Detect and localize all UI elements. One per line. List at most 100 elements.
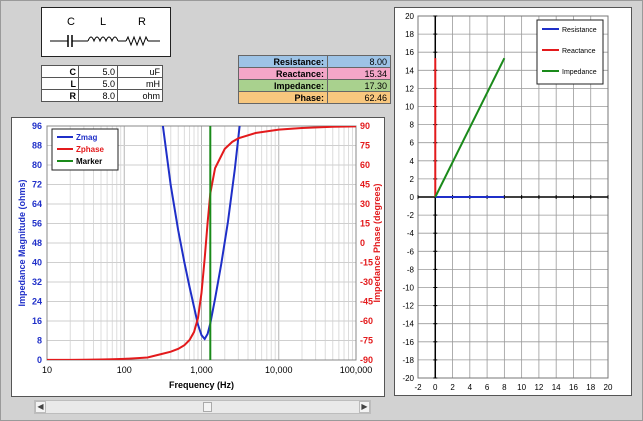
capacitor-label: C bbox=[67, 16, 75, 28]
x-tick-label: 16 bbox=[569, 383, 578, 392]
x-tick-label: 4 bbox=[468, 383, 473, 392]
impedance-phasor-chart: -2 0 2 4 6 8 10 12 14 16 18 20-20-18-16-14-12-10-8-… bbox=[402, 12, 613, 392]
input-row-l: L 5.0 mH bbox=[41, 77, 163, 90]
x-tick-label: 2 bbox=[450, 383, 455, 392]
x-tick-label: 18 bbox=[586, 383, 595, 392]
y-tick-label: 56 bbox=[32, 219, 42, 229]
y-tick-label: 2 bbox=[410, 175, 415, 184]
result-row-phase: Phase: 62.46 bbox=[238, 91, 391, 104]
result-label: Phase: bbox=[238, 91, 328, 104]
y-tick-label: -8 bbox=[407, 265, 415, 274]
input-unit: uF bbox=[117, 65, 163, 78]
resistance-input[interactable]: 8.0 bbox=[78, 89, 118, 102]
resistor-label: R bbox=[138, 16, 146, 28]
y-tick-label: 72 bbox=[32, 180, 42, 190]
input-label: R bbox=[41, 89, 79, 102]
y-tick-label: -4 bbox=[407, 229, 415, 238]
y-tick-label: -6 bbox=[407, 247, 415, 256]
y2-tick-label: 30 bbox=[360, 199, 370, 209]
workbook-frame: C L R C 5.0 uF L 5.0 mH R 8.0 ohm Resist… bbox=[0, 0, 643, 421]
y2-axis-title: Impedance Phase (degrees) bbox=[372, 183, 382, 302]
y-tick-label: 64 bbox=[32, 199, 42, 209]
y-tick-label: -20 bbox=[402, 374, 414, 383]
result-row-impedance: Impedance: 17.30 bbox=[238, 79, 391, 92]
result-row-reactance: Reactance: 15.34 bbox=[238, 67, 391, 80]
y-tick-label: -2 bbox=[407, 211, 415, 220]
y-tick-label: 6 bbox=[410, 139, 415, 148]
input-label: L bbox=[41, 77, 79, 90]
chart-legend: Zmag Zphase Marker bbox=[51, 128, 119, 171]
input-row-r: R 8.0 ohm bbox=[41, 89, 163, 102]
x-tick-label: 14 bbox=[552, 383, 561, 392]
input-unit: mH bbox=[117, 77, 163, 90]
input-row-c: C 5.0 uF bbox=[41, 65, 163, 78]
phasor-legend: Resistance Reactance Impedance bbox=[536, 19, 604, 85]
y2-tick-label: 90 bbox=[360, 121, 370, 131]
result-value: 62.46 bbox=[327, 91, 391, 104]
scroll-left-arrow-icon[interactable]: ◀ bbox=[35, 401, 46, 413]
y2-tick-label: 15 bbox=[360, 219, 370, 229]
y-tick-label: -14 bbox=[402, 320, 414, 329]
inductor-label: L bbox=[100, 16, 107, 28]
y-tick-label: 12 bbox=[405, 84, 414, 93]
x-axis-title: Frequency (Hz) bbox=[169, 380, 234, 390]
series-zmag-line bbox=[161, 126, 241, 341]
legend-label: Reactance bbox=[562, 48, 596, 55]
x-tick-label: -2 bbox=[414, 383, 422, 392]
x-tick-label: 12 bbox=[534, 383, 543, 392]
x-tick-label: 8 bbox=[502, 383, 507, 392]
y-tick-label: 32 bbox=[32, 277, 42, 287]
result-label: Impedance: bbox=[238, 79, 328, 92]
input-label: C bbox=[41, 65, 79, 78]
y2-tick-label: -75 bbox=[360, 336, 373, 346]
y-tick-label: 8 bbox=[410, 121, 415, 130]
x-tick-label: 10 bbox=[42, 365, 52, 375]
legend-label: Zmag bbox=[76, 133, 97, 142]
y-tick-label: 24 bbox=[32, 297, 42, 307]
y-tick-label: 16 bbox=[405, 48, 414, 57]
y-tick-label: 88 bbox=[32, 141, 42, 151]
y2-tick-label: 60 bbox=[360, 160, 370, 170]
y-tick-label: 0 bbox=[37, 355, 42, 365]
scrollbar-thumb[interactable] bbox=[202, 402, 212, 412]
legend-label: Resistance bbox=[562, 27, 597, 34]
x-tick-label: 100,000 bbox=[340, 365, 373, 375]
y-tick-label: 20 bbox=[405, 12, 414, 21]
component-inputs: C 5.0 uF L 5.0 mH R 8.0 ohm bbox=[41, 65, 163, 102]
frequency-scrollbar[interactable]: ◀ ▶ bbox=[34, 400, 371, 414]
input-unit: ohm bbox=[117, 89, 163, 102]
results-table: Resistance: 8.00 Reactance: 15.34 Impeda… bbox=[238, 55, 391, 104]
inductance-input[interactable]: 5.0 bbox=[78, 77, 118, 90]
x-tick-label: 6 bbox=[485, 383, 490, 392]
capacitance-input[interactable]: 5.0 bbox=[78, 65, 118, 78]
phasor-chart-panel: -2 0 2 4 6 8 10 12 14 16 18 20 -20 -18 -16 -14 -12 -10 -8-… bbox=[394, 7, 632, 396]
result-label: Reactance: bbox=[238, 67, 328, 80]
y-tick-label: 80 bbox=[32, 160, 42, 170]
y2-tick-label: -90 bbox=[360, 355, 373, 365]
y-axis-title: Impedance Magnitude (ohms) bbox=[17, 179, 27, 306]
y-tick-label: 40 bbox=[32, 258, 42, 268]
y-tick-label: 16 bbox=[32, 316, 42, 326]
y-tick-label: -12 bbox=[402, 302, 414, 311]
y2-tick-label: 75 bbox=[360, 141, 370, 151]
x-tick-label: 0 bbox=[433, 383, 438, 392]
scroll-right-arrow-icon[interactable]: ▶ bbox=[359, 401, 370, 413]
x-tick-label: 1,000 bbox=[190, 365, 213, 375]
y-tick-label: 18 bbox=[405, 30, 414, 39]
x-tick-label: 10,000 bbox=[265, 365, 293, 375]
legend-label: Marker bbox=[76, 157, 102, 166]
y2-tick-label: 0 bbox=[360, 238, 365, 248]
y-tick-label: 8 bbox=[37, 336, 42, 346]
impedance-chart-panel: 10 100 1,000 10,000 100,000 0 8 16 24 32 40 48 56 64 7… bbox=[11, 117, 385, 397]
x-tick-label: 10 bbox=[517, 383, 526, 392]
y-tick-label: 0 bbox=[410, 193, 415, 202]
result-row-resistance: Resistance: 8.00 bbox=[238, 55, 391, 68]
y-tick-label: -10 bbox=[402, 284, 414, 293]
y-tick-label: 14 bbox=[405, 66, 414, 75]
y2-tick-label: 45 bbox=[360, 180, 370, 190]
impedance-frequency-chart: 10 100 1,000 10,000 100,000 0 8 16 24 32 40 48 56 64 7… bbox=[17, 121, 382, 390]
result-value: 17.30 bbox=[327, 79, 391, 92]
legend-label: Zphase bbox=[76, 145, 105, 154]
result-label: Resistance: bbox=[238, 55, 328, 68]
y2-tick-label: -60 bbox=[360, 316, 373, 326]
